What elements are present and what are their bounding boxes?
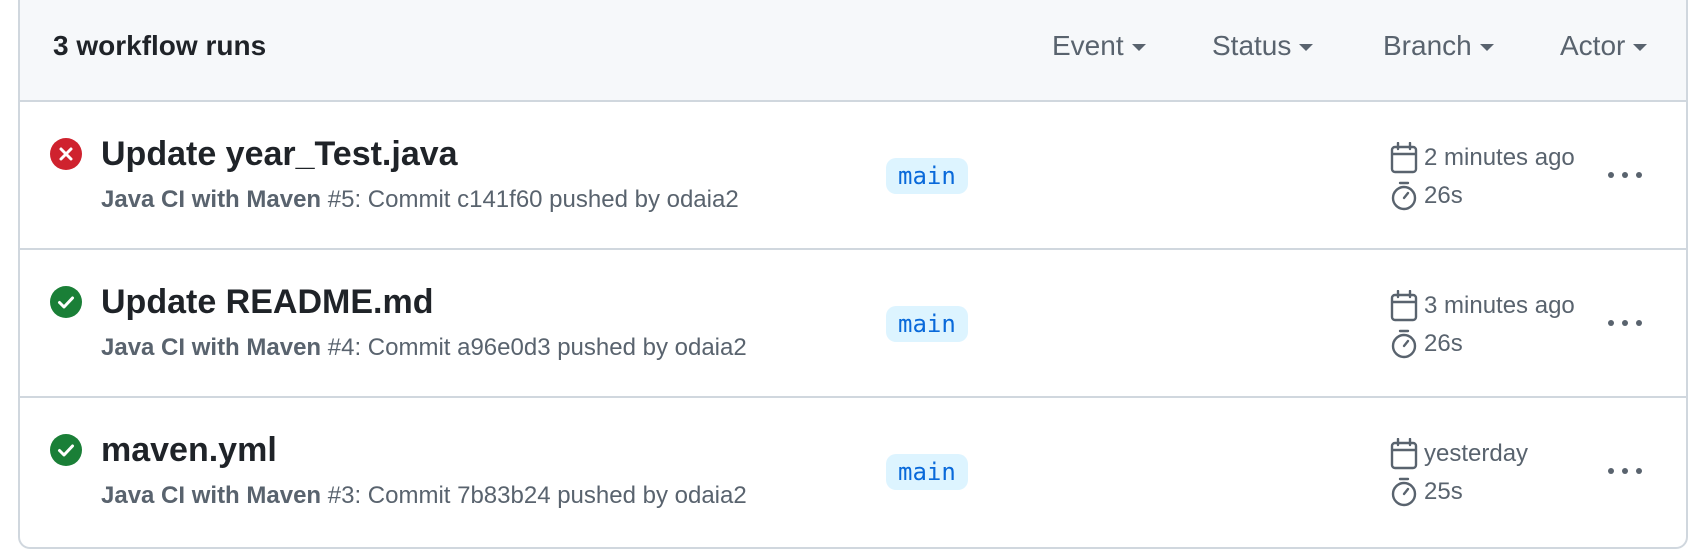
actor-filter-label: Actor xyxy=(1560,30,1626,61)
check-circle-fill-icon xyxy=(50,286,82,318)
kebab-menu-icon[interactable] xyxy=(1603,308,1647,338)
run-meta: Java CI with Maven #3: Commit 7b83b24 pu… xyxy=(101,482,747,510)
branch-label[interactable]: main xyxy=(886,454,968,490)
run-meta: Java CI with Maven #5: Commit c141f60 pu… xyxy=(101,186,739,214)
run-detail: #5: Commit c141f60 pushed by odaia2 xyxy=(321,186,739,213)
kebab-menu-icon[interactable] xyxy=(1603,160,1647,190)
event-filter-label: Event xyxy=(1052,30,1124,61)
event-filter-button[interactable]: Event xyxy=(1052,30,1146,62)
run-title-link[interactable]: Update year_Test.java xyxy=(101,135,458,174)
check-circle-fill-icon xyxy=(50,434,82,466)
run-date: 3 minutes ago xyxy=(1390,290,1575,322)
chevron-down-icon xyxy=(1479,43,1494,51)
workflow-runs-count: 3 workflow runs xyxy=(53,30,267,61)
run-duration-value: 26s xyxy=(1424,182,1463,209)
branch-label[interactable]: main xyxy=(886,158,968,194)
branch-filter-label: Branch xyxy=(1383,30,1472,61)
run-workflow-name: Java CI with Maven xyxy=(101,482,322,509)
run-title-link[interactable]: Update README.md xyxy=(101,283,433,322)
calendar-icon xyxy=(1390,438,1418,470)
run-workflow-name: Java CI with Maven xyxy=(101,334,322,361)
run-time-ago: 3 minutes ago xyxy=(1424,292,1575,319)
branch-filter-button[interactable]: Branch xyxy=(1383,30,1494,62)
run-meta: Java CI with Maven #4: Commit a96e0d3 pu… xyxy=(101,334,747,362)
chevron-down-icon xyxy=(1131,43,1146,51)
workflow-run-row[interactable]: maven.yml Java CI with Maven #3: Commit … xyxy=(20,398,1686,546)
actor-filter-button[interactable]: Actor xyxy=(1560,30,1648,62)
workflow-run-row[interactable]: Update README.md Java CI with Maven #4: … xyxy=(20,250,1686,398)
run-detail: #3: Commit 7b83b24 pushed by odaia2 xyxy=(321,482,747,509)
run-duration: 26s xyxy=(1390,180,1463,212)
run-time-ago: 2 minutes ago xyxy=(1424,144,1575,171)
stopwatch-icon xyxy=(1391,181,1417,211)
run-duration: 25s xyxy=(1390,476,1463,508)
branch-label[interactable]: main xyxy=(886,306,968,342)
stopwatch-icon xyxy=(1391,477,1417,507)
run-duration: 26s xyxy=(1390,328,1463,360)
run-time-ago: yesterday xyxy=(1424,440,1529,467)
status-filter-button[interactable]: Status xyxy=(1212,30,1314,62)
x-circle-fill-icon xyxy=(50,138,82,170)
calendar-icon xyxy=(1390,290,1418,322)
run-date: yesterday xyxy=(1390,438,1528,470)
calendar-icon xyxy=(1390,142,1418,174)
workflow-runs-header: 3 workflow runs Event Status Branch Acto… xyxy=(20,0,1686,102)
status-filter-label: Status xyxy=(1212,30,1292,61)
workflow-runs-panel: 3 workflow runs Event Status Branch Acto… xyxy=(18,0,1688,549)
run-date: 2 minutes ago xyxy=(1390,142,1575,174)
run-workflow-name: Java CI with Maven xyxy=(101,186,322,213)
run-detail: #4: Commit a96e0d3 pushed by odaia2 xyxy=(321,334,747,361)
stopwatch-icon xyxy=(1391,329,1417,359)
chevron-down-icon xyxy=(1299,43,1314,51)
kebab-menu-icon[interactable] xyxy=(1603,456,1647,486)
chevron-down-icon xyxy=(1633,43,1648,51)
run-duration-value: 25s xyxy=(1424,478,1463,505)
run-title-link[interactable]: maven.yml xyxy=(101,431,277,470)
run-duration-value: 26s xyxy=(1424,330,1463,357)
workflow-run-row[interactable]: Update year_Test.java Java CI with Maven… xyxy=(20,102,1686,250)
